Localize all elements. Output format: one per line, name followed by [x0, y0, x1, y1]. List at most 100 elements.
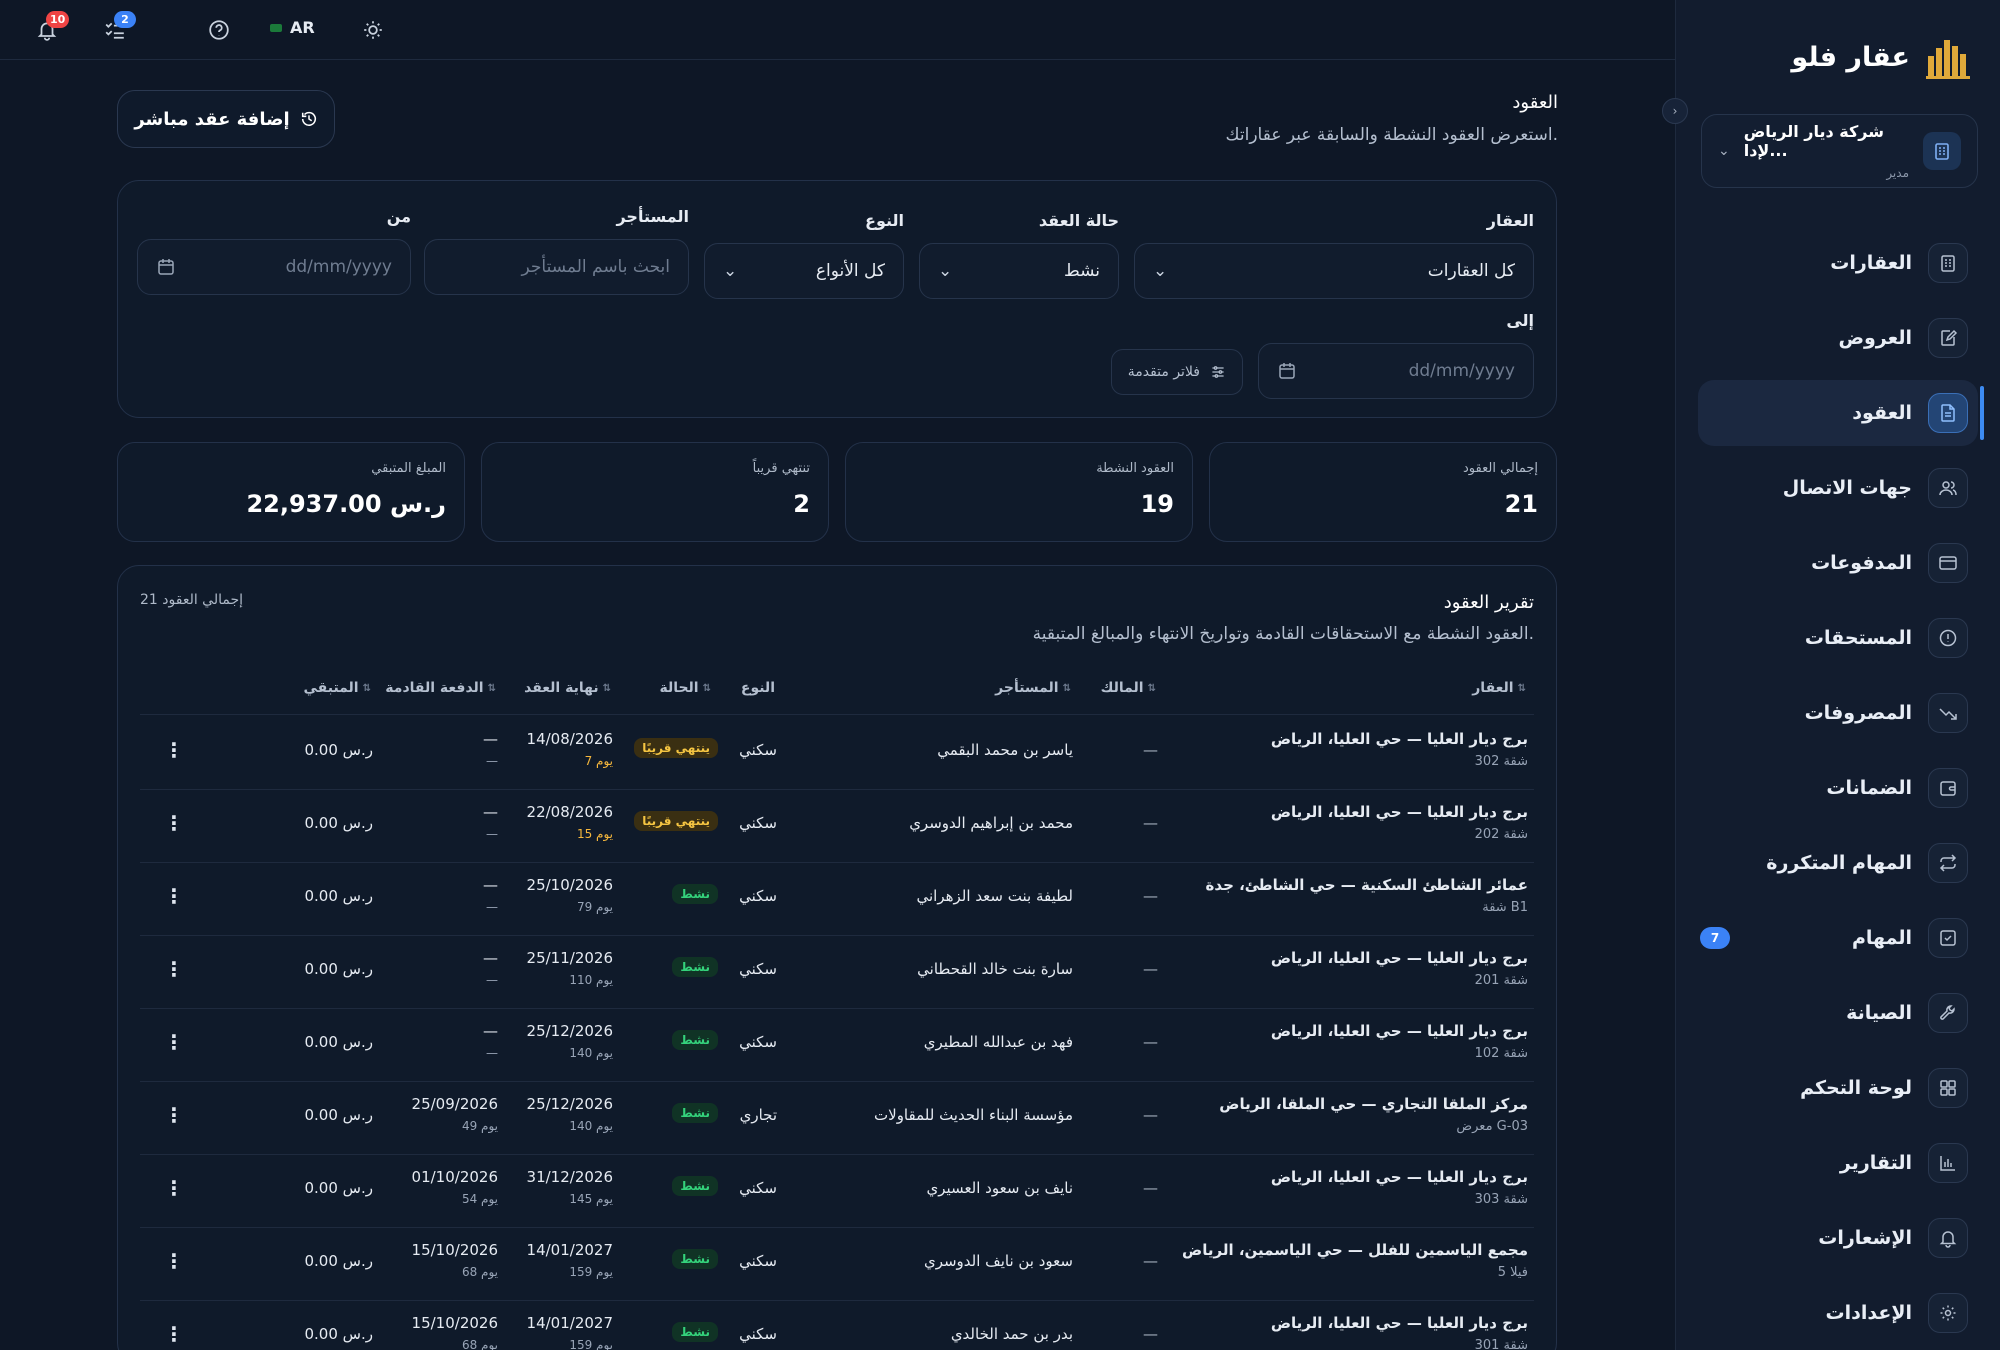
status-badge: نشط — [672, 1249, 718, 1269]
tenant-cell[interactable]: سارة بنت خالد القحطاني — [917, 960, 1073, 978]
table-row[interactable]: برج ديار العليا — حي العليا، الرياض شقة 3… — [118, 1300, 1556, 1350]
sidebar-item-offers[interactable]: العروض — [1698, 305, 1978, 371]
sidebar-item-settings[interactable]: الإعدادات — [1698, 1280, 1978, 1346]
table-row[interactable]: عمائر الشاطئ السكنية — حي الشاطئ، جدة شقة… — [118, 862, 1556, 935]
add-contract-button[interactable]: إضافة عقد مباشر — [117, 90, 335, 148]
tenant-cell[interactable]: سعود بن نايف الدوسري — [924, 1252, 1073, 1270]
property-cell[interactable]: برج ديار العليا — حي العليا، الرياض شقة 2… — [1271, 949, 1528, 988]
type-select[interactable]: كل الأنواع ⌄ — [704, 243, 904, 299]
table-row[interactable]: برج ديار العليا — حي العليا، الرياض شقة 1… — [118, 1008, 1556, 1081]
column-label: المستأجر — [995, 680, 1059, 696]
sidebar-item-label: لوحة التحكم — [1800, 1077, 1912, 1099]
property-cell[interactable]: مركز الملقا التجاري — حي الملقا، الرياض م… — [1219, 1095, 1528, 1134]
sidebar-item-maintenance[interactable]: الصيانة — [1698, 980, 1978, 1046]
sidebar-item-label: العقود — [1852, 402, 1912, 424]
from-date-input[interactable]: dd/mm/yyyy — [137, 239, 411, 295]
end-date: 25/11/2026 — [526, 949, 613, 967]
collapse-sidebar-button[interactable]: › — [1662, 98, 1688, 124]
more-options-icon[interactable]: ⋮ — [164, 1103, 184, 1127]
table-row[interactable]: برج ديار العليا — حي العليا، الرياض شقة 2… — [118, 789, 1556, 862]
property-cell[interactable]: برج ديار العليا — حي العليا، الرياض شقة 1… — [1271, 1022, 1528, 1061]
days-remaining: 7 يوم — [584, 754, 613, 768]
more-options-icon[interactable]: ⋮ — [164, 1322, 184, 1346]
sidebar-nav: العقارات العروض العقود جهات الاتصال المد… — [1698, 230, 1984, 1350]
table-row[interactable]: برج ديار العليا — حي العليا، الرياض شقة 2… — [118, 935, 1556, 1008]
sidebar-item-reports[interactable]: التقارير — [1698, 1130, 1978, 1196]
property-cell[interactable]: برج ديار العليا — حي العليا، الرياض شقة 3… — [1271, 730, 1528, 769]
property-cell[interactable]: برج ديار العليا — حي العليا، الرياض شقة 3… — [1271, 1314, 1528, 1350]
more-options-icon[interactable]: ⋮ — [164, 738, 184, 762]
tenant-cell[interactable]: نايف بن سعود العسيري — [927, 1179, 1073, 1197]
advanced-filters-button[interactable]: فلاتر متقدمة — [1110, 349, 1243, 395]
history-icon — [301, 111, 316, 126]
more-options-icon[interactable]: ⋮ — [164, 1176, 184, 1200]
property-select[interactable]: كل العقارات ⌄ — [1134, 243, 1534, 299]
next-payment-days: 68 يوم — [461, 1338, 498, 1350]
tenant-cell[interactable]: لطيفة بنت سعد الزهراني — [917, 887, 1074, 905]
status-select[interactable]: نشط ⌄ — [919, 243, 1119, 299]
property-cell[interactable]: مجمع الياسمين للفلل — حي الياسمين، الريا… — [1182, 1241, 1528, 1280]
more-options-icon[interactable]: ⋮ — [164, 884, 184, 908]
more-options-icon[interactable]: ⋮ — [164, 1030, 184, 1054]
more-options-icon[interactable]: ⋮ — [164, 957, 184, 981]
sidebar-item-label: المهام المتكررة — [1766, 852, 1912, 874]
property-name: برج ديار العليا — حي العليا، الرياض — [1270, 949, 1528, 967]
bar-chart-icon — [1928, 1143, 1968, 1183]
table-row[interactable]: برج ديار العليا — حي العليا، الرياض شقة 3… — [118, 716, 1556, 789]
property-cell[interactable]: برج ديار العليا — حي العليا، الرياض شقة 2… — [1271, 803, 1528, 842]
user-role: مدير — [1886, 166, 1909, 180]
help-button[interactable] — [206, 17, 232, 43]
remaining-cell: 0.00 ر.س — [304, 1179, 374, 1197]
column-header-next-payment[interactable]: الدفعة القادمة ⇅ — [385, 680, 496, 696]
property-cell[interactable]: برج ديار العليا — حي العليا، الرياض شقة 3… — [1271, 1168, 1528, 1207]
company-switcher[interactable]: شركة ديار الرياض لإدا... مدير ⌄ — [1701, 114, 1978, 188]
tasks-button[interactable]: 2 — [102, 11, 136, 43]
sidebar-item-contracts[interactable]: العقود — [1698, 380, 1984, 446]
status-badge: نشط — [672, 1103, 718, 1123]
next-payment-cell: — — — [483, 876, 498, 914]
tenant-cell[interactable]: فهد بن عبدالله المطيري — [924, 1033, 1073, 1051]
property-name: برج ديار العليا — حي العليا، الرياض — [1270, 803, 1528, 821]
language-switcher[interactable]: AR — [270, 18, 315, 37]
column-header-remaining[interactable]: المتبقي ⇅ — [303, 680, 371, 696]
table-row[interactable]: برج ديار العليا — حي العليا، الرياض شقة 3… — [118, 1154, 1556, 1227]
tenant-cell[interactable]: مؤسسة البناء الحديث للمقاولات — [874, 1106, 1073, 1124]
sidebar-item-notifications[interactable]: الإشعارات — [1698, 1205, 1978, 1271]
type-filter-label: النوع — [865, 211, 904, 230]
end-date-cell: 25/10/2026 79 يوم — [527, 876, 613, 914]
sidebar-item-properties[interactable]: العقارات — [1698, 230, 1978, 296]
days-remaining: 110 يوم — [569, 973, 613, 987]
end-date: 25/12/2026 — [526, 1022, 613, 1040]
sidebar-item-contacts[interactable]: جهات الاتصال — [1698, 455, 1978, 521]
column-header-end[interactable]: نهاية العقد ⇅ — [524, 680, 611, 696]
column-header-property[interactable]: العقار ⇅ — [1472, 680, 1526, 696]
sidebar-item-guarantees[interactable]: الضمانات — [1698, 755, 1978, 821]
sidebar-item-label: الصيانة — [1846, 1002, 1912, 1024]
more-options-icon[interactable]: ⋮ — [164, 811, 184, 835]
tenant-search-input[interactable]: ابحث باسم المستأجر — [424, 239, 689, 295]
sidebar-item-receivables[interactable]: المستحقات — [1698, 605, 1978, 671]
sidebar-item-expenses[interactable]: المصروفات — [1698, 680, 1978, 746]
to-date-input[interactable]: dd/mm/yyyy — [1258, 343, 1534, 399]
tenant-cell[interactable]: محمد بن إبراهيم الدوسري — [909, 814, 1073, 832]
tenant-cell[interactable]: ياسر بن محمد البقمي — [937, 741, 1073, 759]
sidebar-item-payments[interactable]: المدفوعات — [1698, 530, 1978, 596]
sidebar-item-tasks[interactable]: المهام 7 — [1698, 905, 1978, 971]
table-row[interactable]: مركز الملقا التجاري — حي الملقا، الرياض م… — [118, 1081, 1556, 1154]
notifications-button[interactable]: 10 — [34, 11, 70, 43]
column-header-tenant[interactable]: المستأجر ⇅ — [995, 680, 1071, 696]
tenant-cell[interactable]: بدر بن حمد الخالدي — [951, 1325, 1073, 1343]
more-options-icon[interactable]: ⋮ — [164, 1249, 184, 1273]
unit-name: شقة 201 — [1474, 973, 1528, 988]
stat-card-active: العقود النشطة 19 — [845, 442, 1193, 542]
column-header-owner[interactable]: المالك ⇅ — [1101, 680, 1156, 696]
next-payment-days: — — [486, 900, 498, 914]
property-cell[interactable]: عمائر الشاطئ السكنية — حي الشاطئ، جدة شقة… — [1206, 876, 1528, 915]
sidebar-item-recurring-tasks[interactable]: المهام المتكررة — [1698, 830, 1978, 896]
sidebar-item-dashboard[interactable]: لوحة التحكم — [1698, 1055, 1978, 1121]
theme-toggle[interactable] — [360, 17, 386, 43]
column-header-status[interactable]: الحالة ⇅ — [659, 680, 711, 696]
table-row[interactable]: مجمع الياسمين للفلل — حي الياسمين، الريا… — [118, 1227, 1556, 1300]
notifications-badge: 10 — [46, 11, 70, 28]
property-name: برج ديار العليا — حي العليا، الرياض — [1270, 1022, 1528, 1040]
